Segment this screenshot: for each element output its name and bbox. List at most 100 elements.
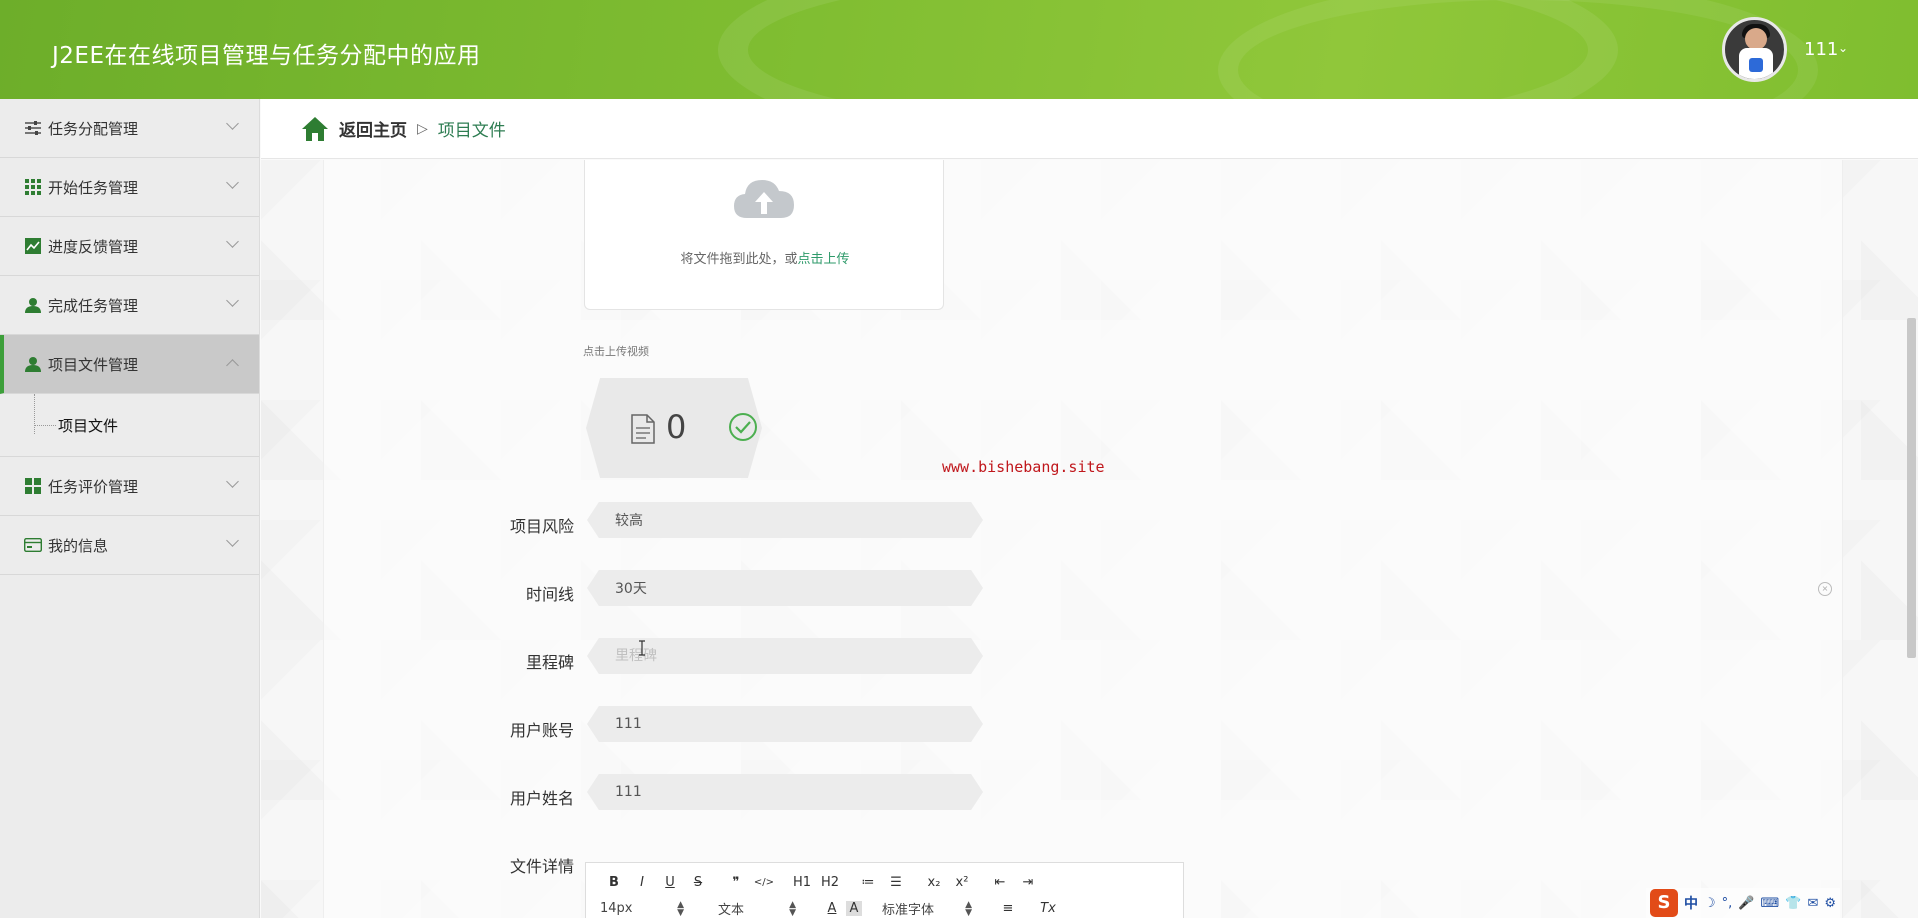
chevron-down-icon [226, 475, 239, 488]
video-upload-caption: 点击上传视频 [583, 345, 649, 358]
breadcrumb-current: 项目文件 [437, 121, 506, 141]
risk-input[interactable] [587, 502, 983, 538]
select-arrows-icon: ▲ ▼ [789, 899, 796, 918]
sidebar-item-my-info[interactable]: 我的信息 [0, 516, 259, 575]
ordered-list-button[interactable]: ≔ [854, 875, 882, 890]
sidebar-item-task-evaluation[interactable]: 任务评价管理 [0, 457, 259, 516]
user-name[interactable]: 111 [1804, 39, 1838, 60]
ime-logo-icon[interactable]: S [1650, 889, 1678, 917]
ime-mail-icon[interactable]: ✉ [1807, 896, 1818, 911]
underline-button[interactable]: U [656, 875, 684, 890]
indent-button[interactable]: ⇥ [1014, 875, 1042, 890]
user-icon [24, 355, 42, 373]
subscript-button[interactable]: x₂ [920, 875, 948, 890]
ime-moon-icon[interactable]: ☽ [1704, 896, 1716, 911]
sidebar-item-label: 任务评价管理 [48, 477, 139, 496]
sidebar-item-complete-task[interactable]: 完成任务管理 [0, 276, 259, 335]
strike-button[interactable]: S [684, 875, 712, 890]
text-style-value: 文本 [718, 903, 745, 918]
upload-text: 将文件拖到此处，或 [680, 252, 798, 267]
chevron-down-icon [226, 235, 239, 248]
sidebar-item-label: 开始任务管理 [48, 178, 139, 197]
top-header: J2EE在在线项目管理与任务分配中的应用 111 ⌄ [0, 0, 1918, 99]
ime-toolbar: S 中 ☽ °, 🎤 ⌨ 👕 ✉ ⚙ [1646, 888, 1840, 918]
font-family-select[interactable]: 标准字体 ▲ ▼ [882, 899, 972, 918]
font-family-value: 标准字体 [882, 903, 935, 918]
header1-button[interactable]: H1 [788, 875, 816, 890]
name-label: 用户姓名 [509, 789, 574, 808]
bullet-list-button[interactable]: ☰ [882, 875, 910, 890]
site-title: J2EE在在线项目管理与任务分配中的应用 [52, 43, 481, 69]
chart-line-icon [24, 237, 42, 255]
main-content: 将文件拖到此处，或点击上传 点击上传视频 0 www.bishebang.sit… [261, 160, 1918, 918]
ime-punctuation-icon[interactable]: °, [1722, 896, 1733, 911]
timeline-input[interactable] [587, 570, 983, 606]
timeline-label: 时间线 [525, 585, 574, 604]
font-size-select[interactable]: 14px ▲ ▼ [600, 899, 684, 918]
sidebar-item-label: 我的信息 [48, 536, 109, 555]
align-icon[interactable]: ≡ [994, 901, 1022, 916]
select-arrows-icon: ▲ ▼ [677, 899, 684, 918]
ime-settings-icon[interactable]: ⚙ [1824, 896, 1836, 911]
account-label: 用户账号 [509, 721, 574, 740]
editor-toolbar-row-1: B I U S ❞ </> H1 H2 ≔ ☰ x₂ x² ⇤ ⇥ [600, 875, 1042, 890]
outdent-button[interactable]: ⇤ [986, 875, 1014, 890]
form-row-account: 用户账号 [324, 706, 1024, 746]
sidebar-subitem-label: 项目文件 [58, 416, 119, 435]
upload-instructions: 将文件拖到此处，或点击上传 [585, 248, 945, 267]
grid-icon [24, 178, 42, 196]
italic-button[interactable]: I [628, 875, 656, 890]
milestone-label: 里程碑 [525, 653, 574, 672]
user-icon [24, 296, 42, 314]
sidebar-item-task-assign[interactable]: 任务分配管理 [0, 99, 259, 158]
sidebar-item-label: 任务分配管理 [48, 119, 139, 138]
sidebar-item-label: 进度反馈管理 [48, 237, 139, 256]
account-input[interactable] [587, 706, 983, 742]
header2-button[interactable]: H2 [816, 875, 844, 890]
background-color-icon[interactable]: A [846, 901, 862, 916]
text-cursor-icon [639, 640, 645, 656]
watermark-text: www.bishebang.site [942, 458, 1105, 476]
font-size-value: 14px [600, 901, 633, 916]
home-icon[interactable] [301, 116, 329, 142]
cloud-upload-icon [734, 180, 794, 218]
chevron-down-icon [226, 294, 239, 307]
page-scrollbar[interactable] [1907, 318, 1916, 658]
sidebar-item-label: 完成任务管理 [48, 296, 139, 315]
breadcrumb-home-link[interactable]: 返回主页 [339, 116, 407, 141]
font-color-icon[interactable]: A [818, 901, 846, 916]
sliders-icon [24, 119, 42, 137]
breadcrumb: 返回主页 ▷ 项目文件 [261, 99, 1918, 159]
rich-text-editor[interactable]: B I U S ❞ </> H1 H2 ≔ ☰ x₂ x² ⇤ ⇥ 14px ▲… [585, 862, 1184, 918]
superscript-button[interactable]: x² [948, 875, 976, 890]
blockquote-button[interactable]: ❞ [722, 875, 750, 890]
clear-format-icon[interactable]: Tx [1034, 901, 1062, 916]
ime-skin-icon[interactable]: 👕 [1785, 896, 1801, 911]
video-upload-card[interactable]: 0 [586, 378, 762, 478]
ime-language-toggle[interactable]: 中 [1684, 893, 1698, 913]
ime-mic-icon[interactable]: 🎤 [1738, 896, 1754, 911]
document-icon [631, 414, 655, 444]
sidebar: 任务分配管理 开始任务管理 进度反馈管理 完成任务管理 项目文件管理 项目文件 [0, 99, 260, 918]
sidebar-subitem-project-file[interactable]: 项目文件 [0, 394, 259, 457]
file-count: 0 [666, 408, 687, 446]
sidebar-item-project-files[interactable]: 项目文件管理 [0, 335, 259, 394]
name-input[interactable] [587, 774, 983, 810]
close-circle-icon[interactable]: × [1818, 582, 1832, 596]
sidebar-item-start-task[interactable]: 开始任务管理 [0, 158, 259, 217]
sidebar-item-progress[interactable]: 进度反馈管理 [0, 217, 259, 276]
bold-button[interactable]: B [600, 875, 628, 890]
text-style-select[interactable]: 文本 ▲ ▼ [706, 899, 796, 918]
click-upload-link[interactable]: 点击上传 [798, 252, 850, 267]
ime-keyboard-icon[interactable]: ⌨ [1760, 896, 1779, 911]
milestone-input[interactable] [587, 638, 983, 674]
chevron-down-icon [226, 117, 239, 130]
chevron-down-icon[interactable]: ⌄ [1838, 41, 1848, 55]
detail-label: 文件详情 [509, 857, 574, 876]
avatar[interactable] [1722, 17, 1787, 82]
check-circle-icon [729, 413, 757, 441]
file-upload-dropzone[interactable]: 将文件拖到此处，或点击上传 [584, 160, 944, 310]
card-icon [24, 536, 42, 554]
code-block-button[interactable]: </> [750, 877, 778, 888]
chevron-up-icon [226, 359, 239, 372]
